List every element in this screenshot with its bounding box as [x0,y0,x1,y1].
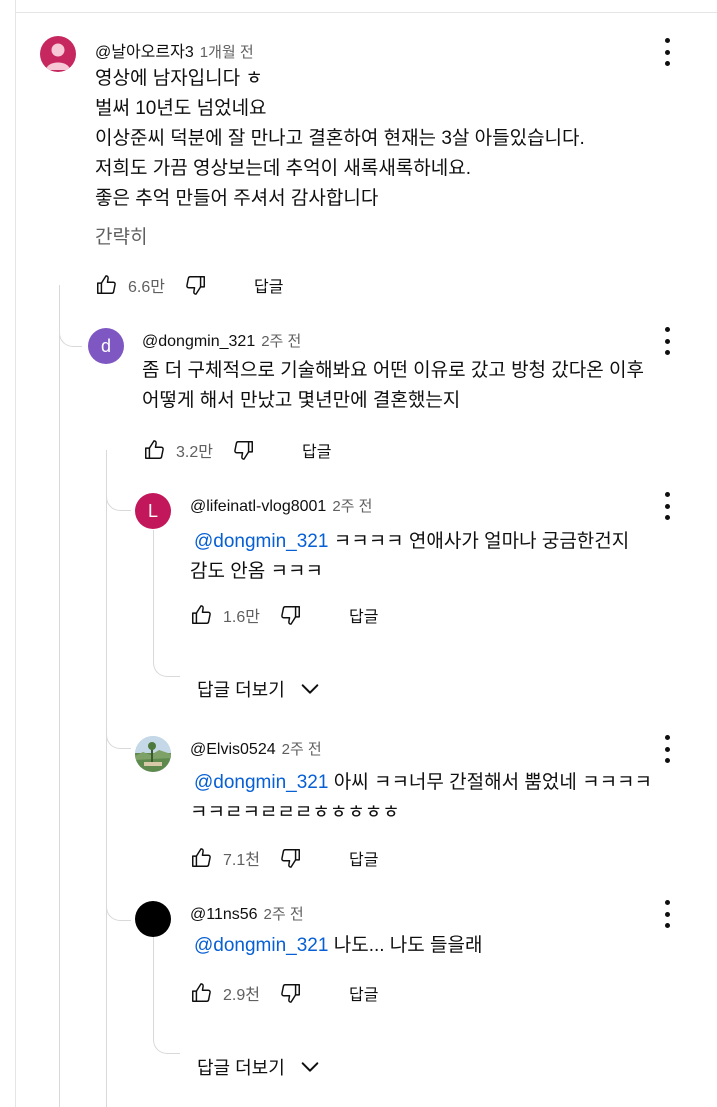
comment-text-fragment: ㅋㅋㅋㅋ 연애사가 얼마나 궁금한건지 [328,531,630,552]
panel-left-border [15,0,16,1107]
mention-link[interactable]: @dongmin_321 [194,531,328,552]
avatar[interactable] [135,736,171,772]
thumbs-down-icon[interactable] [232,438,256,462]
thumbs-up-icon[interactable] [142,438,166,462]
reply-comment: @Elvis0524 2주 전 @dongmin_321 아씨 ㅋㅋ너무 간절해… [190,738,700,828]
reply-comment: @lifeinatl-vlog8001 2주 전 @dongmin_321 ㅋㅋ… [190,495,690,587]
comment-actions: 2.9천 답글 [189,981,378,1005]
more-replies-button[interactable]: 답글 더보기 [197,676,321,702]
landscape-photo-icon [135,736,171,772]
comment-text: @dongmin_321 ㅋㅋㅋㅋ 연애사가 얼마나 궁금한건지 감도 안옴 ㅋ… [190,527,690,587]
more-replies-label: 답글 더보기 [197,1058,285,1078]
reply-comment: @dongmin_321 2주 전 좀 더 구체적으로 기술해봐요 어떤 이유로… [142,330,702,416]
comment-line: 저희도 가끔 영상보는데 추억이 새록새록하네요. [95,158,471,179]
avatar-letter: d [100,335,111,356]
thumbs-up-icon[interactable] [189,981,213,1005]
thumbs-down-icon[interactable] [279,603,303,627]
reply-button[interactable]: 답글 [349,603,378,627]
avatar[interactable] [40,36,76,72]
thumbs-up-icon[interactable] [189,603,213,627]
comment-line: 이상준씨 덕분에 잘 만나고 결혼하여 현재는 3살 아들있습니다. [95,128,585,149]
comment-text: @dongmin_321 나도... 나도 들을래 [190,931,690,961]
thumbs-down-icon[interactable] [184,273,208,297]
comment-text-fragment: 아씨 ㅋㅋ너무 간절해서 뿜었네 ㅋㅋㅋㅋ [328,772,653,793]
comment-time[interactable]: 2주 전 [332,495,372,516]
author-name[interactable]: @Elvis0524 [190,741,276,759]
comment-line: 어떻게 해서 만났고 몇년만에 결혼했는지 [142,390,461,411]
mention-link[interactable]: @dongmin_321 [194,772,328,793]
more-vert-icon[interactable] [655,898,679,930]
thumbs-down-icon[interactable] [279,981,303,1005]
comment-actions: 7.1천 답글 [189,846,378,870]
thread-curve-reply4 [106,870,131,921]
more-vert-icon[interactable] [655,733,679,765]
panel-top-border [15,12,717,13]
more-vert-icon[interactable] [655,325,679,357]
like-count: 6.6만 [128,279,165,296]
like-count: 1.6만 [223,609,260,626]
mention-link[interactable]: @dongmin_321 [194,935,328,956]
like-count: 7.1천 [223,852,260,869]
more-vert-icon[interactable] [655,36,679,68]
thread-curve-more2 [153,1015,180,1054]
thread-curve-reply3 [106,700,131,749]
comment-actions: 3.2만 답글 [142,438,331,462]
thumbs-up-icon[interactable] [94,273,118,297]
reply-button[interactable]: 답글 [302,438,331,462]
reply-comment: @11ns56 2주 전 @dongmin_321 나도... 나도 들을래 [190,903,690,961]
more-vert-icon[interactable] [655,490,679,522]
avatar[interactable]: d [88,328,124,364]
comment-line: 감도 안옴 ㅋㅋㅋ [190,561,323,582]
comment-line: ㅋㅋㄹㅋㄹㄹㄹㅎㅎㅎㅎㅎ [190,802,400,823]
thread-curve-more1 [153,640,180,677]
comment-actions: 6.6만 답글 [94,273,283,297]
like-count: 3.2만 [176,444,213,461]
thread-line-reply1 [106,450,107,1107]
comment-line: @dongmin_321 ㅋㅋㅋㅋ 연애사가 얼마나 궁금한건지 [190,527,690,557]
comment-line: 벌써 10년도 넘었네요 [95,98,267,119]
comment-time[interactable]: 2주 전 [264,903,304,924]
author-name[interactable]: @11ns56 [190,906,258,924]
comment-top: @날아오르자3 1개월 전 영상에 남자입니다 ㅎ 벌써 10년도 넘었네요 이… [95,38,655,249]
chevron-down-icon [301,1062,319,1072]
reply-button[interactable]: 답글 [349,846,378,870]
thumbs-down-icon[interactable] [279,846,303,870]
comment-text: 좀 더 구체적으로 기술해봐요 어떤 이유로 갔고 방청 갔다온 이후 어떻게 … [142,356,702,416]
comment-time[interactable]: 1개월 전 [200,41,254,62]
avatar[interactable] [135,901,171,937]
collapse-link[interactable]: 간략히 [95,222,655,249]
thumbs-up-icon[interactable] [189,846,213,870]
person-icon [46,43,70,70]
comment-text: 영상에 남자입니다 ㅎ 벌써 10년도 넘었네요 이상준씨 덕분에 잘 만나고 … [95,64,655,214]
comment-line: @dongmin_321 아씨 ㅋㅋ너무 간절해서 뿜었네 ㅋㅋㅋㅋ [190,768,700,798]
comment-text-fragment: 나도... 나도 들을래 [328,935,483,956]
avatar[interactable]: L [135,493,171,529]
reply-button[interactable]: 답글 [254,273,283,297]
comment-time[interactable]: 2주 전 [282,738,322,759]
comment-time[interactable]: 2주 전 [261,330,301,351]
comment-line: 영상에 남자입니다 ㅎ [95,68,263,89]
author-name[interactable]: @dongmin_321 [142,333,255,351]
comment-line: 좀 더 구체적으로 기술해봐요 어떤 이유로 갔고 방청 갔다온 이후 [142,360,644,381]
comment-text: @dongmin_321 아씨 ㅋㅋ너무 간절해서 뿜었네 ㅋㅋㅋㅋ ㅋㅋㄹㅋㄹ… [190,768,700,828]
comment-line: @dongmin_321 나도... 나도 들을래 [190,931,690,961]
thread-curve-reply1 [59,300,82,347]
more-replies-label: 답글 더보기 [197,680,285,700]
author-name[interactable]: @날아오르자3 [95,38,194,62]
like-count: 2.9천 [223,987,260,1004]
thread-curve-reply2 [106,460,131,511]
more-replies-button[interactable]: 답글 더보기 [197,1054,321,1080]
thread-line-reply4 [153,935,154,1025]
comment-line: 좋은 추억 만들어 주셔서 감사합니다 [95,188,379,209]
avatar-letter: L [147,500,158,521]
author-name[interactable]: @lifeinatl-vlog8001 [190,498,326,516]
reply-button[interactable]: 답글 [349,981,378,1005]
thread-line-top [59,285,60,1107]
comment-actions: 1.6만 답글 [189,603,378,627]
chevron-down-icon [301,684,319,694]
